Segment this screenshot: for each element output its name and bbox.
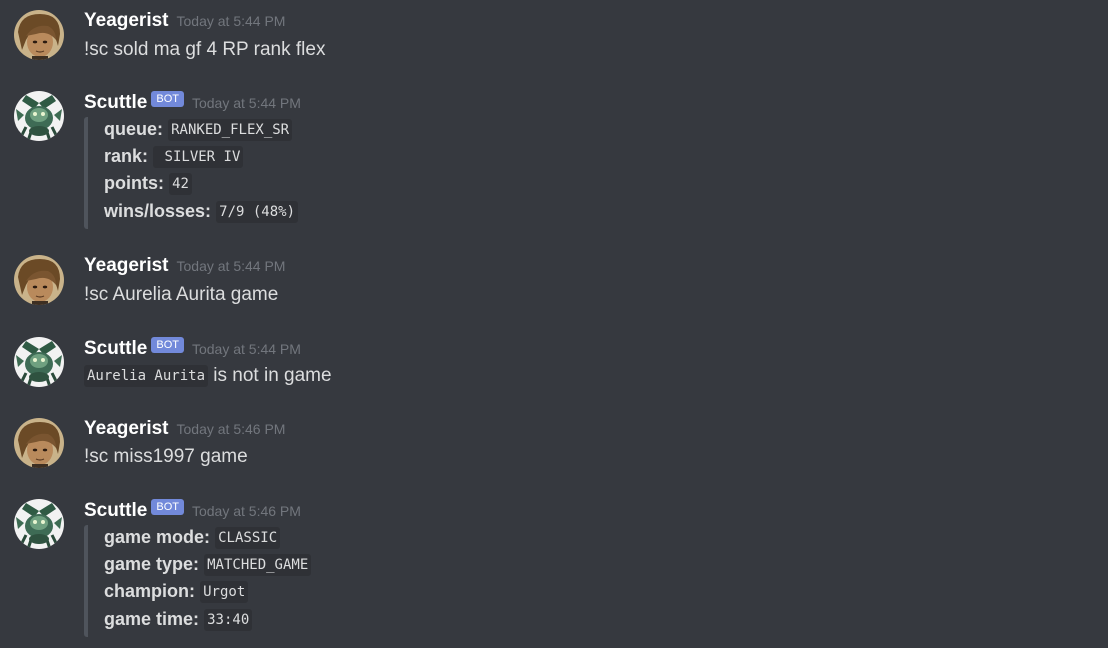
username[interactable]: Yeagerist bbox=[84, 10, 169, 31]
field-name: game type: bbox=[104, 554, 200, 574]
bot-avatar[interactable] bbox=[14, 91, 64, 141]
scuttle-avatar-icon bbox=[14, 337, 64, 387]
timestamp: Today at 5:44 PM bbox=[176, 258, 286, 274]
field-value: CLASSIC bbox=[215, 527, 281, 549]
field-value: 42 bbox=[169, 173, 192, 195]
inline-code: Aurelia Aurita bbox=[84, 365, 209, 387]
embed-field: queue: RANKED_FLEX_SR bbox=[104, 119, 293, 143]
field-name: rank: bbox=[104, 146, 149, 166]
bot-avatar[interactable] bbox=[14, 499, 64, 549]
message-header: Scuttle BOT Today at 5:44 PM bbox=[84, 91, 301, 113]
embed-field: wins/losses: 7/9 (48%) bbox=[104, 201, 298, 225]
message-text: !sc sold ma gf 4 RP rank flex bbox=[84, 39, 326, 60]
field-value: 33:40 bbox=[204, 609, 253, 631]
message-header: Scuttle BOT Today at 5:46 PM bbox=[84, 499, 301, 521]
message-text-suffix: is not in game bbox=[208, 365, 332, 386]
bot-tag: BOT bbox=[151, 91, 184, 107]
timestamp: Today at 5:44 PM bbox=[176, 13, 286, 29]
username[interactable]: Scuttle bbox=[84, 338, 147, 359]
embed-field: game time: 33:40 bbox=[104, 609, 253, 633]
embed: game mode: CLASSIC game type: MATCHED_GA… bbox=[84, 525, 348, 637]
field-name: game time: bbox=[104, 609, 200, 629]
bot-tag: BOT bbox=[151, 499, 184, 515]
message-header: Yeagerist Today at 5:44 PM bbox=[84, 10, 285, 32]
embed-field: points: 42 bbox=[104, 173, 192, 197]
user-avatar[interactable] bbox=[14, 418, 64, 468]
field-name: queue: bbox=[104, 119, 164, 139]
field-name: champion: bbox=[104, 581, 196, 601]
message-text: !sc Aurelia Aurita game bbox=[84, 284, 279, 305]
username[interactable]: Scuttle bbox=[84, 500, 147, 521]
embed-field: champion: Urgot bbox=[104, 581, 249, 605]
message-text: !sc miss1997 game bbox=[84, 446, 248, 467]
field-value: RANKED_FLEX_SR bbox=[168, 119, 293, 141]
scuttle-avatar-icon bbox=[14, 499, 64, 549]
embed: queue: RANKED_FLEX_SR rank: SILVER IV po… bbox=[84, 117, 328, 229]
yeagerist-avatar-icon bbox=[14, 255, 64, 305]
field-value: MATCHED_GAME bbox=[204, 554, 312, 576]
field-value: SILVER IV bbox=[153, 146, 244, 168]
chat-message-list: Yeagerist Today at 5:44 PM !sc sold ma gf… bbox=[0, 0, 1108, 648]
embed-field: game mode: CLASSIC bbox=[104, 527, 281, 551]
field-name: points: bbox=[104, 173, 164, 193]
timestamp: Today at 5:46 PM bbox=[176, 421, 286, 437]
scuttle-avatar-icon bbox=[14, 91, 64, 141]
user-avatar[interactable] bbox=[14, 10, 64, 60]
embed-field: rank: SILVER IV bbox=[104, 146, 244, 170]
username[interactable]: Yeagerist bbox=[84, 418, 169, 439]
message-header: Yeagerist Today at 5:46 PM bbox=[84, 418, 285, 440]
yeagerist-avatar-icon bbox=[14, 10, 64, 60]
bot-tag: BOT bbox=[151, 337, 184, 353]
message-text: Aurelia Aurita is not in game bbox=[84, 365, 332, 387]
yeagerist-avatar-icon bbox=[14, 418, 64, 468]
timestamp: Today at 5:46 PM bbox=[191, 503, 301, 519]
field-value: Urgot bbox=[200, 581, 249, 603]
embed-field: game type: MATCHED_GAME bbox=[104, 554, 312, 578]
field-name: wins/losses: bbox=[104, 201, 212, 221]
timestamp: Today at 5:44 PM bbox=[191, 341, 301, 357]
username[interactable]: Yeagerist bbox=[84, 255, 169, 276]
message-header: Scuttle BOT Today at 5:44 PM bbox=[84, 337, 301, 359]
bot-avatar[interactable] bbox=[14, 337, 64, 387]
username[interactable]: Scuttle bbox=[84, 92, 147, 113]
timestamp: Today at 5:44 PM bbox=[191, 95, 301, 111]
field-name: game mode: bbox=[104, 527, 211, 547]
user-avatar[interactable] bbox=[14, 255, 64, 305]
message-header: Yeagerist Today at 5:44 PM bbox=[84, 255, 285, 277]
field-value: 7/9 (48%) bbox=[216, 201, 298, 223]
